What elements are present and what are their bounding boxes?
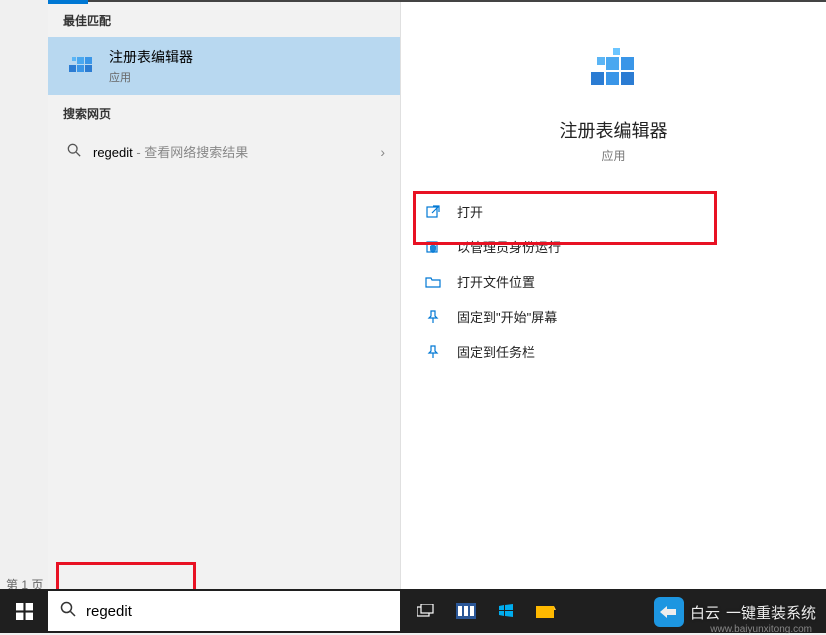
action-list: 打开 以管理员身份运行 打开文件位置 固定到"开始"屏幕 xyxy=(419,194,808,369)
taskbar xyxy=(0,589,826,633)
active-tab-indicator xyxy=(48,0,88,4)
action-pin-taskbar[interactable]: 固定到任务栏 xyxy=(419,334,808,369)
task-view-button[interactable] xyxy=(406,589,446,633)
pin-icon xyxy=(423,308,443,326)
taskbar-app-icon[interactable] xyxy=(486,589,526,633)
taskbar-pinned-apps xyxy=(406,589,566,633)
action-label: 固定到任务栏 xyxy=(457,342,535,361)
action-label: 打开 xyxy=(457,202,483,221)
search-input[interactable] xyxy=(86,603,388,620)
pin-icon xyxy=(423,343,443,361)
detail-title: 注册表编辑器 xyxy=(419,117,808,143)
action-open-location[interactable]: 打开文件位置 xyxy=(419,264,808,299)
taskbar-app-icon[interactable] xyxy=(446,589,486,633)
web-result-text: regedit - 查看网络搜索结果 xyxy=(93,142,380,161)
search-icon xyxy=(60,601,76,622)
open-icon xyxy=(423,203,443,221)
best-match-result[interactable]: 注册表编辑器 应用 xyxy=(48,37,400,95)
detail-pane: 注册表编辑器 应用 打开 以管理员身份运行 打开文件位置 xyxy=(400,2,826,589)
action-pin-start[interactable]: 固定到"开始"屏幕 xyxy=(419,299,808,334)
action-run-admin[interactable]: 以管理员身份运行 xyxy=(419,229,808,264)
regedit-large-icon xyxy=(585,42,643,105)
folder-icon xyxy=(423,273,443,291)
taskbar-search-box[interactable] xyxy=(48,591,400,631)
regedit-icon xyxy=(63,48,99,84)
detail-subtitle: 应用 xyxy=(419,147,808,164)
action-label: 打开文件位置 xyxy=(457,272,535,291)
web-search-header: 搜索网页 xyxy=(48,95,400,130)
result-subtitle: 应用 xyxy=(109,69,193,85)
results-left-column: 最佳匹配 注册表编辑器 应用 搜索网页 xyxy=(48,2,400,589)
search-icon xyxy=(63,143,85,160)
action-label: 固定到"开始"屏幕 xyxy=(457,307,557,326)
web-search-result[interactable]: regedit - 查看网络搜索结果 › xyxy=(48,130,400,173)
result-title: 注册表编辑器 xyxy=(109,47,193,67)
chevron-right-icon: › xyxy=(380,144,385,160)
best-match-header: 最佳匹配 xyxy=(48,2,400,37)
start-button[interactable] xyxy=(0,589,48,633)
watermark-url: www.baiyunxitong.com xyxy=(710,624,812,635)
taskbar-app-icon[interactable] xyxy=(526,589,566,633)
action-label: 以管理员身份运行 xyxy=(457,237,561,256)
search-results-panel: 最佳匹配 注册表编辑器 应用 搜索网页 xyxy=(48,0,826,589)
admin-icon xyxy=(423,238,443,256)
action-open[interactable]: 打开 xyxy=(419,194,808,229)
